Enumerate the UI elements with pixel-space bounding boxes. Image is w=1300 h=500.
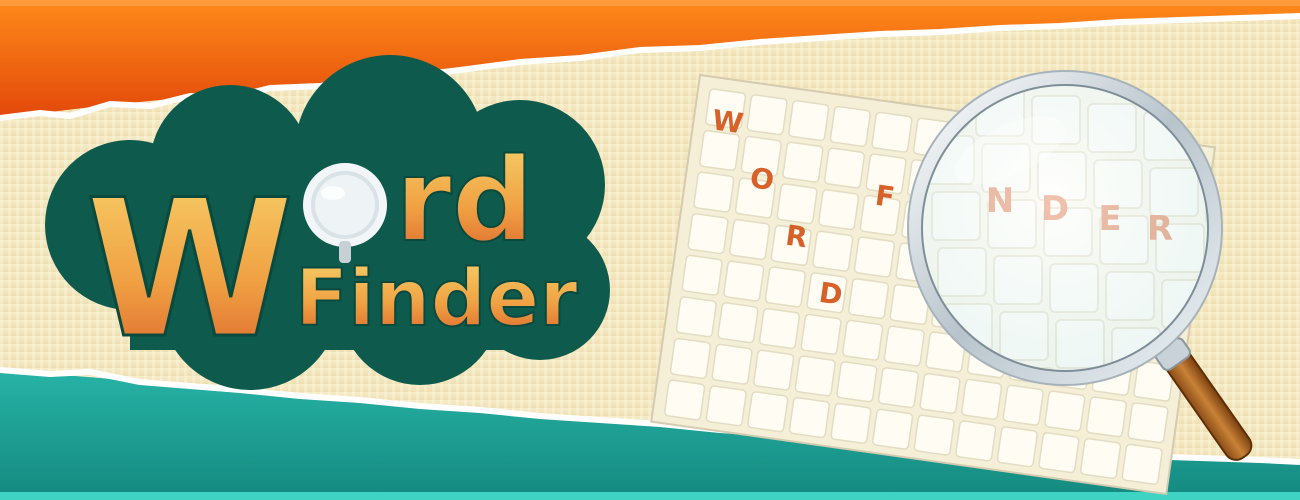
grid-cell: [836, 361, 878, 403]
grid-cell: [705, 385, 747, 427]
grid-cell: [872, 408, 914, 450]
grid-cell: [800, 313, 842, 355]
grid-cell: [853, 236, 895, 278]
grid-cell: [788, 100, 830, 142]
grid-cell: [764, 266, 806, 308]
grid-cell: [877, 367, 919, 409]
grid-cell: [669, 337, 712, 379]
logo-text: W rd Finder: [84, 133, 580, 382]
grid-cell: [729, 218, 771, 261]
grid-cell: [788, 396, 830, 439]
grid-cell: [717, 302, 759, 344]
banner-artwork: W rd Finder W O R D F: [0, 0, 1300, 500]
grid-cell: [961, 378, 1003, 420]
grid-cell: [883, 325, 925, 367]
grid-cell: [1121, 443, 1163, 485]
grid-cell: [747, 391, 789, 433]
grid-cell: [830, 402, 872, 444]
grid-letter-r: R: [783, 219, 809, 255]
grid-cell: [919, 372, 961, 415]
grid-letter-d: D: [817, 276, 845, 312]
grid-cell: [955, 420, 997, 462]
logo-first-letter: W: [85, 159, 295, 380]
grid-cell: [758, 307, 801, 350]
logo-finder-text: Finder: [295, 254, 578, 344]
grid-cell: [1038, 432, 1080, 474]
logo-word-rest: rd: [395, 134, 534, 268]
grid-cell: [842, 319, 884, 361]
grid-cell: [711, 343, 753, 385]
grid-cell: [723, 260, 765, 302]
grid-cell: [664, 379, 706, 421]
grid-cell: [818, 189, 860, 231]
grid-cell: [675, 296, 717, 338]
word-finder-banner: W rd Finder W O R D F: [0, 0, 1300, 500]
grid-cell: [782, 141, 824, 183]
grid-cell: [1002, 384, 1044, 426]
grid-cell: [871, 111, 913, 153]
grid-cell: [687, 213, 729, 255]
grid-cell: [746, 94, 788, 136]
grid-cell: [847, 278, 890, 320]
grid-cell: [996, 426, 1038, 468]
grid-cell: [753, 349, 795, 391]
grid-letter-o: O: [748, 161, 776, 197]
grid-cell: [1085, 396, 1127, 438]
grid-cell: [913, 414, 955, 456]
grid-cell: [829, 105, 871, 147]
grid-cell: [794, 355, 836, 397]
grid-cell: [812, 230, 854, 272]
grid-cell: [1127, 402, 1169, 444]
grid-cell: [823, 147, 866, 189]
grid-cell: [1079, 437, 1122, 480]
grid-cell: [1044, 390, 1086, 432]
grid-cell: [681, 254, 723, 296]
grid-cell: [693, 171, 735, 213]
grid-cell: [776, 183, 818, 225]
grid-letter-w: W: [710, 103, 745, 140]
